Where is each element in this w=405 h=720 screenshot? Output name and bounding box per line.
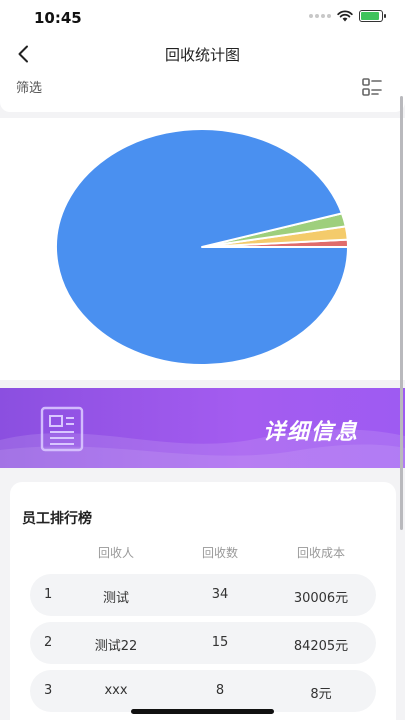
row-index: 1 xyxy=(44,587,53,602)
status-time: 10:45 xyxy=(34,9,82,27)
home-indicator xyxy=(131,709,274,714)
signal-icon xyxy=(309,14,331,18)
pie-slice-4[interactable] xyxy=(55,128,349,367)
filter-bar: 筛选 xyxy=(0,72,405,112)
row-count: 34 xyxy=(211,587,229,602)
pie-chart xyxy=(55,128,349,367)
column-header-cost: 回收成本 xyxy=(296,546,346,560)
wifi-icon xyxy=(337,10,353,22)
row-index: 3 xyxy=(44,683,53,698)
row-cost: 8元 xyxy=(310,687,332,702)
row-name: 测试22 xyxy=(94,639,138,654)
status-bar: 10:45 xyxy=(0,0,405,36)
table-row[interactable]: 1 测试 34 30006元 xyxy=(30,574,376,616)
row-count: 15 xyxy=(211,635,229,650)
table-row[interactable]: 2 测试22 15 84205元 xyxy=(30,622,376,664)
filter-label[interactable]: 筛选 xyxy=(16,77,42,96)
filter-button[interactable] xyxy=(361,76,383,98)
row-name: 测试 xyxy=(102,591,130,606)
column-header-count: 回收数 xyxy=(201,546,239,560)
ranking-title: 员工排行榜 xyxy=(22,511,92,527)
document-icon xyxy=(40,406,84,452)
nav-bar: 回收统计图 xyxy=(0,36,405,72)
details-banner: 详细信息 xyxy=(0,388,405,468)
filter-list-icon xyxy=(362,78,382,96)
ranking-card: 员工排行榜 回收人 回收数 回收成本 1 测试 34 30006元 2 测试22… xyxy=(10,482,396,720)
banner-title: 详细信息 xyxy=(262,420,359,445)
battery-icon xyxy=(359,10,386,22)
table-row[interactable]: 3 xxx 8 8元 xyxy=(30,670,376,712)
ranking-header: 回收人 回收数 回收成本 xyxy=(30,544,376,562)
row-count: 8 xyxy=(215,683,225,698)
column-header-name: 回收人 xyxy=(97,546,135,560)
scrollbar[interactable] xyxy=(400,96,403,530)
status-icons xyxy=(309,10,386,22)
row-index: 2 xyxy=(44,635,53,650)
row-cost: 84205元 xyxy=(293,639,349,654)
row-name: xxx xyxy=(104,683,128,698)
page-title: 回收统计图 xyxy=(164,46,240,64)
row-cost: 30006元 xyxy=(293,591,349,606)
pie-chart-panel xyxy=(0,118,405,380)
battery-level xyxy=(361,12,379,20)
